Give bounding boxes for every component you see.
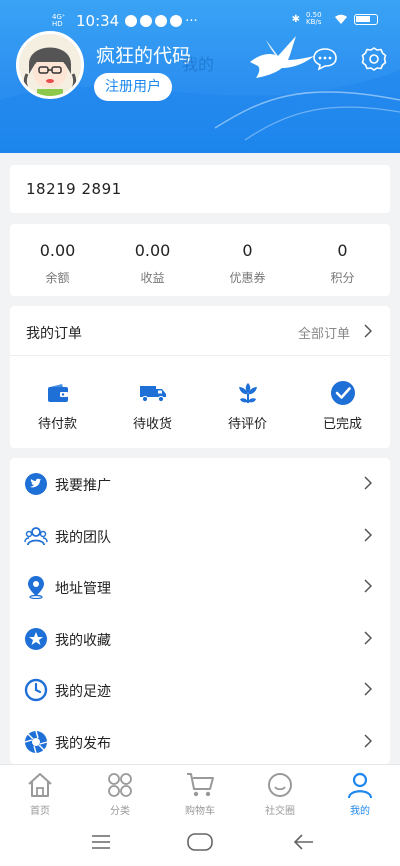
menu-item-address[interactable]: 地址管理 (10, 561, 390, 613)
order-item-label: 已完成 (322, 417, 362, 432)
tab-cart[interactable]: 购物车 (160, 765, 240, 818)
twitter-bird-icon (25, 473, 47, 495)
orders-title: 我的订单 (26, 326, 82, 342)
menu-list: 我要推广 我的团队 地址管理 我的收藏 我的足迹 我的发布 (10, 458, 390, 764)
wifi-icon (335, 14, 347, 24)
cart-icon (187, 773, 214, 797)
battery-icon (354, 13, 378, 25)
bird-decoration-icon (250, 36, 314, 78)
location-pin-icon (28, 576, 44, 599)
notification-dot-icon (125, 15, 138, 27)
category-icon (108, 773, 132, 797)
tab-label: 购物车 (185, 806, 215, 817)
chevron-right-icon (364, 733, 372, 748)
menu-item-history[interactable]: 我的足迹 (10, 664, 390, 716)
stat-label: 余额 (45, 271, 70, 285)
chevron-right-icon (364, 476, 372, 490)
menu-item-label: 我的发布 (55, 735, 111, 752)
check-circle-icon (330, 381, 355, 405)
page-title: 我的 (182, 55, 215, 74)
menu-item-posts[interactable]: 我的发布 (10, 716, 390, 765)
order-pending-review[interactable]: 待评价 (200, 356, 295, 448)
stat-points[interactable]: 0 积分 (295, 224, 390, 296)
notification-dot-icon (155, 15, 168, 27)
stat-label: 积分 (330, 271, 355, 285)
menu-item-label: 我的收藏 (55, 632, 111, 649)
menu-item-favorites[interactable]: 我的收藏 (10, 613, 390, 665)
back-arrow-icon[interactable] (293, 832, 315, 852)
chevron-right-icon (364, 682, 372, 696)
flower-icon (238, 383, 257, 403)
stat-earnings[interactable]: 0.00 收益 (105, 224, 200, 296)
chat-bubble-icon[interactable] (312, 47, 338, 71)
stat-label: 收益 (140, 271, 165, 285)
status-time: 10:34 (76, 12, 120, 30)
system-nav-bar (0, 818, 400, 866)
tab-label: 分类 (110, 806, 130, 817)
tab-label: 首页 (30, 806, 50, 817)
menu-icon[interactable] (91, 834, 111, 850)
order-pending-receipt[interactable]: 待收货 (105, 356, 200, 448)
order-item-label: 待付款 (37, 417, 77, 432)
stat-value: 0.00 (39, 241, 76, 260)
phone-number: 18219 2891 (26, 180, 122, 198)
chevron-right-icon (364, 579, 372, 593)
clock-icon (24, 678, 48, 702)
stats-card: 0.00 余额 0.00 收益 0 优惠券 0 积分 (10, 224, 390, 296)
username: 疯狂的代码 (96, 45, 192, 67)
orders-card: 我的订单 全部订单 待付款 待收货 待评价 已完成 (10, 306, 390, 448)
tab-profile[interactable]: 我的 (320, 765, 400, 818)
home-icon (28, 773, 52, 797)
menu-item-label: 地址管理 (55, 581, 111, 597)
chevron-right-icon (364, 630, 372, 645)
team-icon (24, 526, 48, 545)
stat-balance[interactable]: 0.00 余额 (10, 224, 105, 296)
avatar[interactable] (16, 31, 84, 99)
account-card[interactable]: 18219 2891 (10, 165, 390, 213)
stat-label: 优惠券 (229, 271, 266, 285)
tab-label: 社交圈 (265, 806, 295, 817)
menu-item-promote[interactable]: 我要推广 (10, 458, 390, 510)
social-icon (268, 773, 292, 797)
chevron-right-icon (364, 324, 372, 338)
avatar-face-icon (19, 34, 81, 96)
truck-icon (139, 386, 166, 403)
profile-header: 4G⁺ HD 10:34 ··· ✱ 0.50 KB/s 疯狂的代码 注册用户 … (0, 0, 400, 153)
order-item-label: 待评价 (227, 417, 267, 432)
chevron-right-icon (364, 527, 372, 542)
stat-value: 0.00 (134, 241, 171, 260)
order-pending-payment[interactable]: 待付款 (10, 356, 105, 448)
bluetooth-icon: ✱ (291, 13, 300, 25)
menu-item-label: 我的团队 (55, 529, 111, 546)
tab-home[interactable]: 首页 (0, 765, 80, 818)
star-icon (25, 627, 47, 650)
tab-label: 我的 (350, 806, 370, 817)
aperture-icon (24, 730, 48, 753)
notification-dot-icon (170, 15, 183, 27)
stat-value: 0 (337, 241, 348, 260)
order-completed[interactable]: 已完成 (295, 356, 390, 448)
orders-header[interactable]: 我的订单 全部订单 (10, 306, 390, 356)
all-orders-link[interactable]: 全部订单 (298, 323, 350, 342)
home-button-icon[interactable] (186, 832, 214, 852)
notification-dot-icon (140, 15, 153, 27)
menu-item-label: 我要推广 (55, 478, 111, 494)
menu-item-label: 我的足迹 (55, 684, 111, 700)
wallet-icon (47, 384, 68, 402)
more-notifications-icon: ··· (185, 13, 198, 29)
menu-item-team[interactable]: 我的团队 (10, 510, 390, 562)
stat-value: 0 (242, 241, 253, 260)
tab-category[interactable]: 分类 (80, 765, 160, 818)
network-indicator: 4G⁺ HD (52, 13, 66, 28)
gear-icon[interactable] (361, 46, 387, 72)
profile-icon (347, 772, 373, 799)
notification-icons: ··· (125, 13, 198, 29)
order-item-label: 待收货 (132, 417, 172, 432)
bottom-tab-bar: 首页 分类 购物车 社交圈 我的 (0, 764, 400, 818)
tab-social[interactable]: 社交圈 (240, 765, 320, 818)
stat-coupons[interactable]: 0 优惠券 (200, 224, 295, 296)
network-speed: 0.50 KB/s (306, 11, 322, 26)
register-button[interactable]: 注册用户 (94, 73, 172, 101)
